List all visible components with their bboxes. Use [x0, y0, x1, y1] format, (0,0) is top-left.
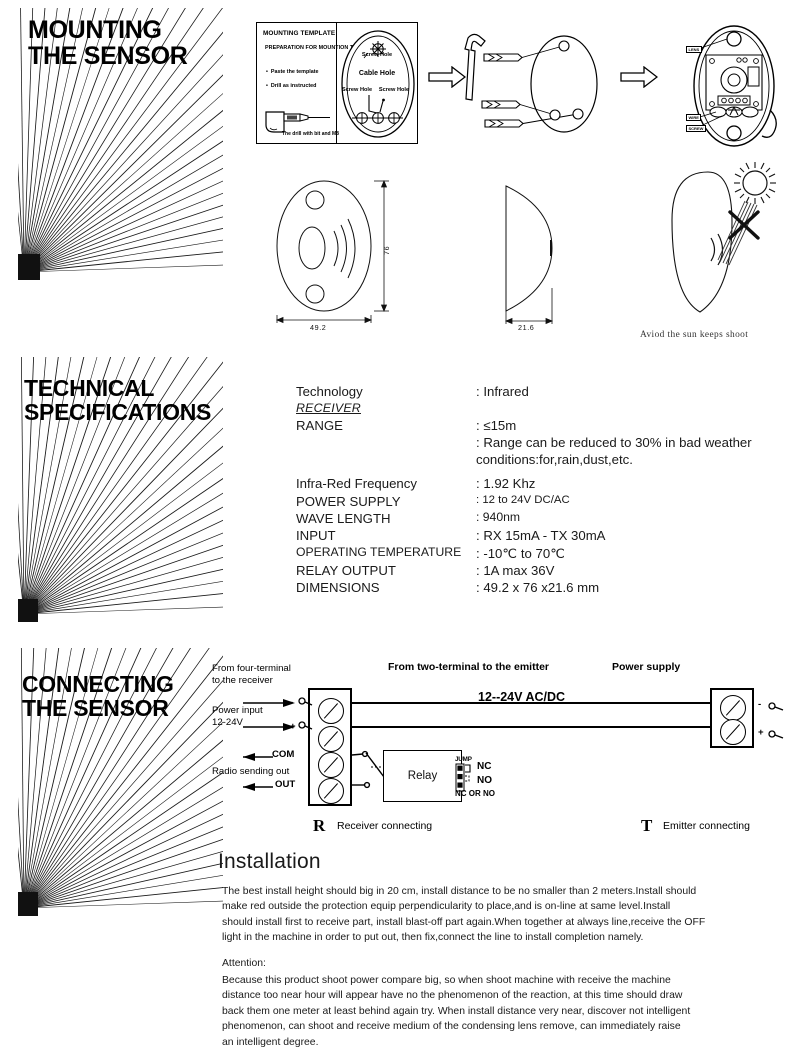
- spec-row: Infra-Red Frequency : 1.92 Khz: [296, 475, 796, 492]
- spec-name: RELAY OUTPUT: [296, 562, 396, 578]
- spec-row: : Range can be reduced to 30% in bad wea…: [296, 434, 796, 469]
- receiver-caption: Receiver connecting: [337, 820, 433, 832]
- wiring-schematic: [243, 697, 711, 791]
- spec-value: : 12 to 24V DC/AC: [476, 493, 570, 506]
- avoid-sun-diagram: [671, 162, 776, 313]
- technical-specifications-table: Technology : Infrared RECEIVER RANGE : ≤15…: [296, 383, 796, 596]
- arrow-right-icon-2: [620, 66, 658, 88]
- spec-spacer: [296, 468, 796, 475]
- relay-label: Relay: [407, 770, 438, 782]
- jumper-title: JUMP: [455, 756, 472, 763]
- template-divider: [336, 23, 337, 143]
- emitter-symbol: T: [641, 816, 653, 835]
- spec-name: WAVE LENGTH: [296, 510, 391, 526]
- attention-heading: Attention:: [222, 958, 266, 969]
- mounting-template-box: MOUNTING TEMPLATE PREPARATION FOR MOUNTI…: [256, 22, 418, 144]
- drill-caption: The drill with bit and M8: [282, 131, 339, 137]
- spec-row: INPUT : RX 15mA - TX 30mA: [296, 527, 796, 544]
- section-title-connecting: CONNECTING THE SENSOR: [22, 671, 174, 721]
- sensor-callout-0: LENS: [686, 46, 702, 53]
- template-oval-diagram: [341, 30, 415, 138]
- spec-row: WAVE LENGTH : 940nm: [296, 510, 796, 527]
- spec-value: : 1A max 36V: [476, 562, 555, 578]
- oval-label-screw-hole-right: Screw Hole: [378, 87, 410, 93]
- jumper-footer: NC OR NO: [455, 789, 495, 798]
- avoid-sun-caption: Aviod the sun keeps shoot: [640, 330, 749, 340]
- front-width-dimension: 49.2: [310, 323, 327, 332]
- spec-value: : 49.2 x 76 x21.6 mm: [476, 580, 600, 596]
- relay-box: Relay: [383, 750, 462, 802]
- front-height-dimension: 76: [382, 245, 391, 255]
- spec-row: RECEIVER: [296, 400, 796, 416]
- sensor-callout-1: WIRE: [686, 114, 702, 121]
- section-title-technical: TECHNICAL SPECIFICATIONS: [24, 375, 212, 425]
- spec-name: Technology: [296, 384, 363, 399]
- installation-heading: Installation: [218, 850, 321, 873]
- side-depth-dimension: 21.6: [518, 323, 535, 332]
- spec-row: OPERATING TEMPERATURE : -10℃ to 70℃: [296, 545, 796, 562]
- oval-label-screw-hole-top: Screw Hole: [361, 52, 393, 58]
- spec-name: DIMENSIONS: [296, 580, 380, 596]
- spec-row: DIMENSIONS : 49.2 x 76 x21.6 mm: [296, 579, 796, 596]
- template-bullet-1: Drill as instructed: [266, 83, 317, 89]
- template-bullet-0: Paste the template: [266, 69, 319, 75]
- emitter-connector-symbols: [768, 702, 784, 739]
- spec-name: OPERATING TEMPERATURE: [296, 544, 462, 559]
- spec-value: : RX 15mA - TX 30mA: [476, 528, 606, 544]
- spec-value: : 1.92 Khz: [476, 476, 536, 492]
- spec-value: : 940nm: [476, 509, 521, 524]
- emitter-caption: Emitter connecting: [663, 820, 750, 832]
- wall-anchor-diagram: [464, 33, 598, 133]
- spec-value: : ≤15m: [476, 417, 517, 433]
- template-heading: MOUNTING TEMPLATE: [263, 30, 336, 37]
- spec-row: POWER SUPPLY : 12 to 24V DC/AC: [296, 493, 796, 510]
- oval-label-screw-hole-left: Screw Hole: [341, 87, 373, 93]
- spec-name: POWER SUPPLY: [296, 493, 401, 509]
- spec-value-range-note: : Range can be reduced to 30% in bad wea…: [476, 434, 752, 468]
- spec-name-receiver: RECEIVER: [296, 401, 361, 416]
- spec-name: RANGE: [296, 417, 343, 433]
- oval-label-cable-hole: Cable Hole: [358, 70, 396, 77]
- installation-body: The best install height should big in 20…: [222, 886, 706, 944]
- spec-value: : Infrared: [476, 384, 529, 399]
- jumper-option-nc: NC: [477, 761, 492, 772]
- spec-value: : -10℃ to 70℃: [476, 545, 566, 561]
- front-view-dimension-drawing: [275, 179, 389, 324]
- receiver-symbol: R: [313, 816, 326, 835]
- spec-row: RELAY OUTPUT : 1A max 36V: [296, 562, 796, 579]
- jumper-option-no: NO: [477, 775, 492, 786]
- spec-name: Infra-Red Frequency: [296, 476, 417, 492]
- spec-row: RANGE : ≤15m: [296, 417, 796, 434]
- attention-body: Because this product shoot power compare…: [222, 975, 691, 1048]
- spec-name: INPUT: [296, 528, 336, 544]
- section-title-mounting: MOUNTING THE SENSOR: [28, 16, 188, 70]
- spec-row: Technology : Infrared: [296, 383, 796, 400]
- sensor-callout-2: SCREW: [686, 125, 706, 132]
- side-view-dimension-drawing: [504, 185, 554, 325]
